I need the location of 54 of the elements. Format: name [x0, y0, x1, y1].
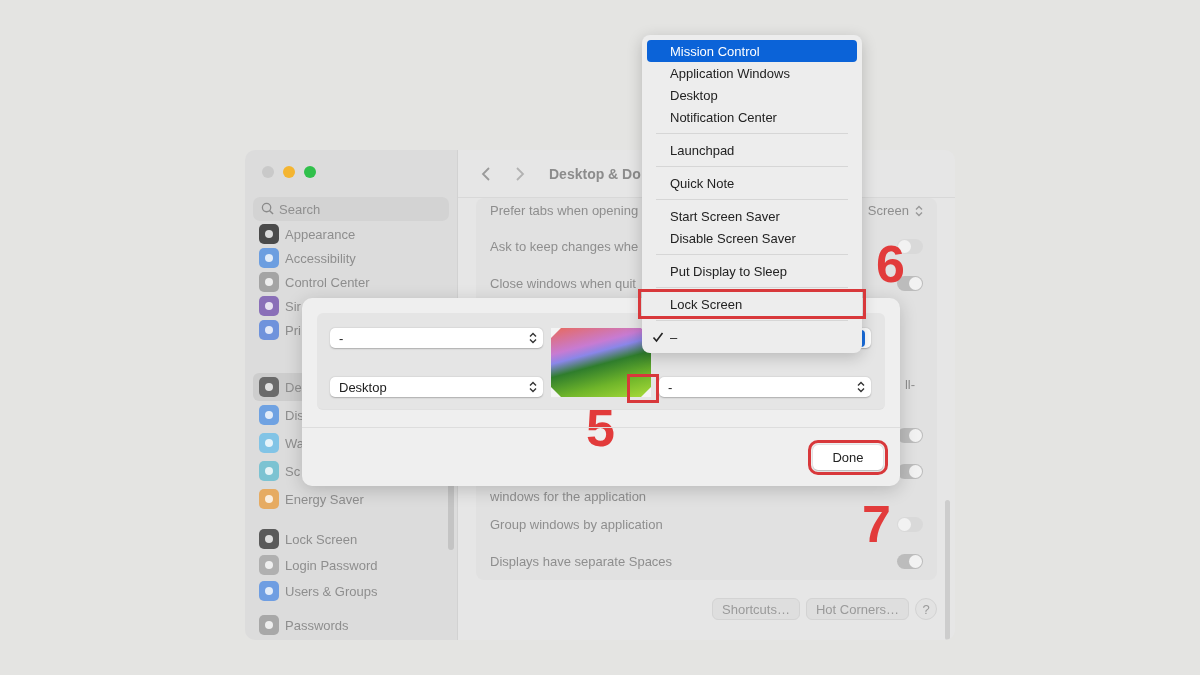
corner-triangle-icon	[641, 387, 651, 397]
sidebar-item[interactable]: Users & Groups	[253, 578, 384, 604]
footer-button[interactable]: Shortcuts…	[712, 598, 800, 620]
setting-label: ll-	[904, 376, 915, 394]
corner-triangle-icon	[551, 387, 561, 397]
window-control-icon[interactable]	[304, 166, 316, 178]
menu-item[interactable]: Disable Screen Saver	[647, 227, 857, 249]
back-icon[interactable]	[481, 165, 491, 182]
menu-item[interactable]: Application Windows	[647, 62, 857, 84]
callout-number: 7	[862, 498, 891, 550]
callout-number: 6	[876, 238, 905, 290]
scrollbar-thumb[interactable]	[945, 500, 950, 640]
toggle-switch[interactable]	[897, 517, 923, 532]
menu-item[interactable]: Start Screen Saver	[647, 205, 857, 227]
popup-button[interactable]: Desktop	[330, 377, 543, 397]
callout-number: 5	[586, 402, 615, 454]
sidebar-item[interactable]: Control Center	[253, 270, 376, 294]
setting-label: Ask to keep changes whe	[490, 238, 639, 256]
sidebar-item[interactable]: Passwords	[253, 612, 355, 638]
popup-button[interactable]: -	[659, 377, 871, 397]
help-button[interactable]: ?	[915, 598, 937, 620]
menu-item[interactable]: Put Display to Sleep	[647, 260, 857, 282]
sidebar-item[interactable]: Pri	[253, 318, 307, 342]
forward-icon[interactable]	[515, 165, 525, 182]
menu-item[interactable]: Launchpad	[647, 139, 857, 161]
popup-button[interactable]: -	[330, 328, 543, 348]
sidebar-item[interactable]: Sir	[253, 294, 307, 318]
updown-icon	[915, 205, 923, 217]
setting-label: Group windows by application	[490, 516, 663, 534]
menu-item[interactable]: Quick Note	[647, 172, 857, 194]
hot-corner[interactable]	[627, 374, 659, 403]
toggle-switch[interactable]	[897, 554, 923, 569]
sidebar-item[interactable]: Sc	[253, 457, 307, 485]
setting-label: Prefer tabs when opening	[490, 202, 639, 220]
footer-button[interactable]: Hot Corners…	[805, 598, 909, 620]
sidebar-item[interactable]: Dis	[253, 401, 310, 429]
corner-triangle-icon	[551, 328, 561, 338]
setting-label: windows for the application	[490, 488, 647, 506]
setting-label: Close windows when quit	[490, 275, 636, 293]
search-icon	[261, 202, 274, 215]
sidebar-item[interactable]: Login Password	[253, 552, 384, 578]
popup-button[interactable]: Screen	[867, 202, 923, 220]
window-control-icon[interactable]	[283, 166, 295, 178]
page-title: Desktop & Do	[549, 165, 641, 182]
sidebar-item[interactable]: Appearance	[253, 222, 362, 246]
menu-item[interactable]: –	[647, 326, 857, 348]
search-field[interactable]: Search	[253, 197, 449, 221]
sidebar-item[interactable]: Energy Saver	[253, 485, 370, 513]
sidebar-item[interactable]: Lock Screen	[253, 526, 364, 552]
menu-item[interactable]: Desktop	[647, 84, 857, 106]
menu-item[interactable]: Notification Center	[647, 106, 857, 128]
setting-label: Displays have separate Spaces	[490, 553, 673, 571]
sidebar-item[interactable]: Accessibility	[253, 246, 362, 270]
menu-item[interactable]: Mission Control	[647, 40, 857, 62]
